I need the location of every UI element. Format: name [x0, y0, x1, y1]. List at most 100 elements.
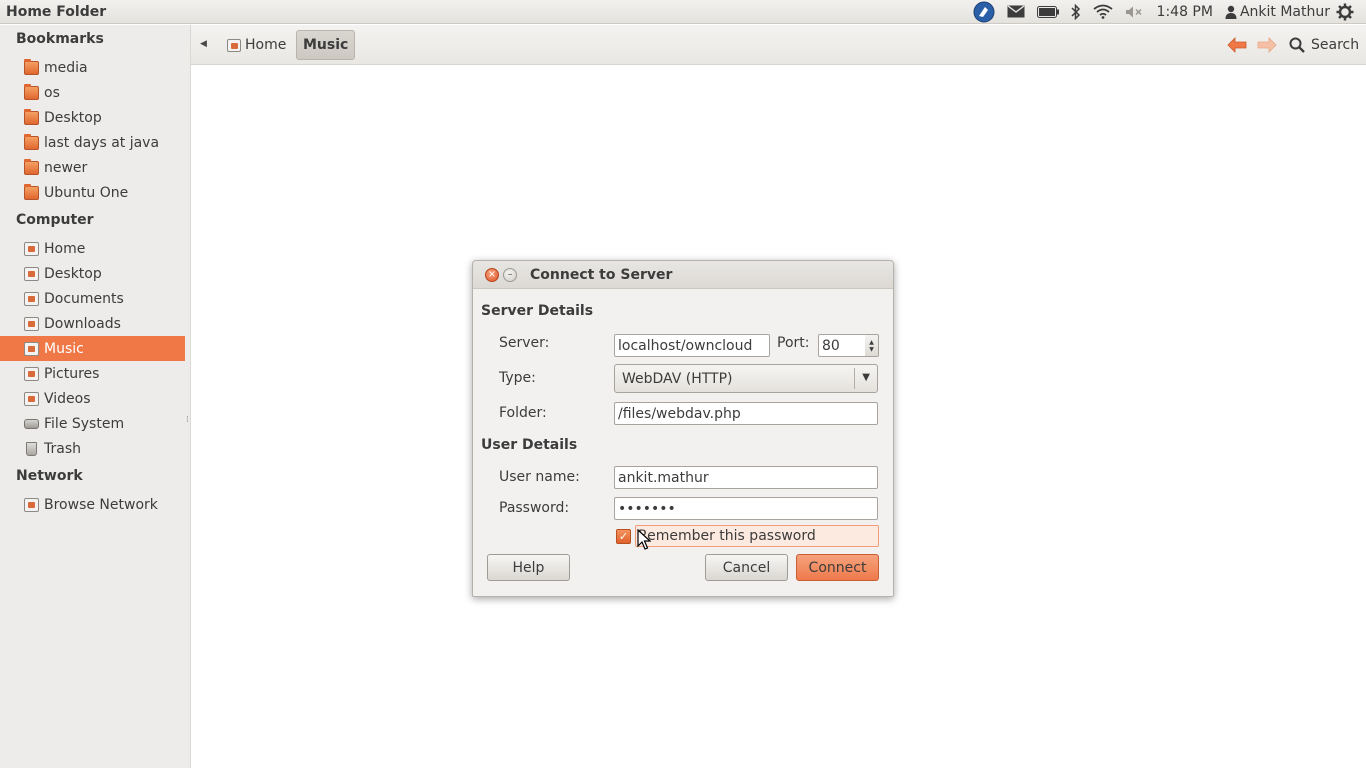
folder-icon	[24, 133, 39, 150]
search-icon	[1289, 37, 1305, 53]
server-details-header: Server Details	[481, 303, 594, 319]
places-sidebar: Bookmarks media os Desktop last days at …	[0, 25, 191, 768]
forward-button[interactable]	[1255, 33, 1279, 57]
sidebar-item-label: File System	[44, 415, 125, 432]
sidebar-item-label: media	[44, 59, 88, 76]
sidebar-item-trash[interactable]: Trash	[0, 436, 185, 461]
sidebar-item-desktop-bookmark[interactable]: Desktop	[0, 105, 185, 130]
minimize-icon[interactable]: –	[503, 268, 517, 282]
sidebar-item-label: last days at java	[44, 134, 160, 151]
sidebar-item-browse-network[interactable]: Browse Network	[0, 492, 185, 517]
sidebar-item-label: Desktop	[44, 109, 102, 126]
folder-icon	[24, 158, 39, 175]
home-icon	[227, 38, 241, 52]
search-button[interactable]: Search	[1289, 33, 1359, 57]
close-icon[interactable]: ×	[485, 268, 499, 282]
trash-icon	[26, 441, 37, 456]
chevron-down-icon: ▼	[862, 372, 870, 383]
folder-icon	[24, 183, 39, 200]
dialog-titlebar[interactable]: × – Connect to Server	[473, 261, 893, 289]
home-icon	[24, 241, 39, 256]
sidebar-item-label: Desktop	[44, 265, 102, 282]
remember-password-checkbox[interactable]: ✓	[616, 529, 631, 544]
app-indicator-icon[interactable]	[973, 0, 995, 24]
breadcrumb-label: Music	[303, 37, 349, 53]
dialog-title: Connect to Server	[530, 267, 673, 283]
sidebar-item-videos[interactable]: Videos	[0, 386, 185, 411]
sidebar-item-label: Ubuntu One	[44, 184, 129, 201]
breadcrumb-scroll-left-icon[interactable]: ◀	[200, 39, 207, 49]
stepper-up-icon: ▲	[869, 338, 874, 346]
forward-arrow-icon	[1257, 37, 1277, 53]
sidebar-item-label: Home	[44, 240, 86, 257]
sidebar-item-newer[interactable]: newer	[0, 155, 185, 180]
type-label: Type:	[499, 370, 536, 386]
remember-password-label[interactable]: Remember this password	[635, 525, 879, 547]
user-menu[interactable]: Ankit Mathur	[1240, 4, 1330, 20]
server-label: Server:	[499, 335, 550, 351]
port-input[interactable]: 80	[818, 334, 866, 357]
connect-button[interactable]: Connect	[796, 554, 879, 581]
sidebar-item-ubuntu-one[interactable]: Ubuntu One	[0, 180, 185, 205]
back-arrow-icon	[1227, 37, 1247, 53]
folder-input[interactable]: /files/webdav.php	[614, 402, 878, 425]
drive-icon	[24, 418, 39, 429]
network-header: Network	[16, 468, 83, 484]
volume-muted-icon[interactable]	[1125, 0, 1145, 24]
music-icon	[24, 341, 39, 356]
sidebar-item-documents[interactable]: Documents	[0, 286, 185, 311]
system-tray: 1:48 PM Ankit Mathur	[967, 0, 1366, 24]
type-dropdown[interactable]: WebDAV (HTTP) ▼	[614, 364, 878, 393]
folder-icon	[24, 83, 39, 100]
sidebar-item-last-days-at-java[interactable]: last days at java	[0, 130, 185, 155]
breadcrumb-label: Home	[245, 37, 287, 53]
downloads-icon	[24, 316, 39, 331]
sidebar-item-label: Downloads	[44, 315, 121, 332]
username-input[interactable]: ankit.mathur	[614, 466, 878, 489]
stepper-down-icon: ▼	[869, 345, 874, 353]
sidebar-item-media[interactable]: media	[0, 55, 185, 80]
window-title: Home Folder	[6, 3, 107, 20]
folder-label: Folder:	[499, 405, 547, 421]
breadcrumb-music[interactable]: Music	[296, 30, 356, 60]
cancel-button[interactable]: Cancel	[705, 554, 788, 581]
sidebar-item-home[interactable]: Home	[0, 236, 185, 261]
sidebar-item-label: Videos	[44, 390, 91, 407]
user-details-header: User Details	[481, 437, 578, 453]
server-input[interactable]: localhost/owncloud	[614, 334, 770, 357]
sidebar-item-pictures[interactable]: Pictures	[0, 361, 185, 386]
battery-icon[interactable]	[1036, 0, 1059, 24]
back-button[interactable]	[1225, 33, 1249, 57]
port-label: Port:	[777, 335, 810, 351]
folder-icon	[24, 108, 39, 125]
username-label: User name:	[499, 469, 580, 485]
password-input[interactable]: •••••••	[614, 497, 878, 520]
sidebar-item-desktop[interactable]: Desktop	[0, 261, 185, 286]
desktop-icon	[24, 266, 39, 281]
sidebar-item-downloads[interactable]: Downloads	[0, 311, 185, 336]
sidebar-resize-handle[interactable]: ⁞	[186, 415, 189, 425]
sidebar-item-label: os	[44, 84, 60, 101]
search-label: Search	[1311, 37, 1360, 53]
sidebar-item-file-system[interactable]: File System	[0, 411, 185, 436]
connect-to-server-dialog: × – Connect to Server Server Details Ser…	[472, 260, 894, 597]
clock[interactable]: 1:48 PM	[1157, 4, 1213, 20]
sidebar-item-music[interactable]: Music	[0, 336, 185, 361]
breadcrumb-home[interactable]: Home	[221, 30, 292, 60]
sidebar-item-label: newer	[44, 159, 88, 176]
wifi-icon[interactable]	[1092, 0, 1113, 24]
help-button[interactable]: Help	[487, 554, 570, 581]
top-panel: Home Folder 1:48 PM Ankit Mathur	[0, 0, 1366, 24]
folder-icon	[24, 58, 39, 75]
port-stepper[interactable]: ▲ ▼	[865, 334, 879, 357]
documents-icon	[24, 291, 39, 306]
videos-icon	[24, 391, 39, 406]
sidebar-item-label: Trash	[44, 440, 81, 457]
bluetooth-icon[interactable]	[1071, 0, 1081, 24]
session-gear-icon[interactable]	[1336, 0, 1354, 24]
sidebar-item-label: Music	[44, 340, 84, 357]
sidebar-item-label: Pictures	[44, 365, 100, 382]
mail-icon[interactable]	[1007, 0, 1025, 24]
sidebar-item-os[interactable]: os	[0, 80, 185, 105]
type-selected-value: WebDAV (HTTP)	[622, 370, 733, 387]
